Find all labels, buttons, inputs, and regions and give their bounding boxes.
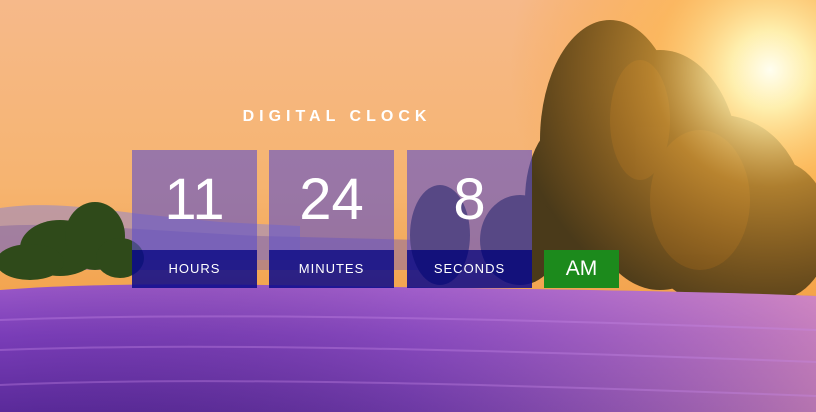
seconds-label: SECONDS [407, 250, 532, 288]
minutes-value: 24 [269, 150, 394, 250]
seconds-value: 8 [407, 150, 532, 250]
minutes-block: 24 MINUTES [269, 150, 394, 288]
hours-value: 11 [132, 150, 257, 250]
clock-title: DIGITAL CLOCK [242, 108, 432, 125]
seconds-block: 8 SECONDS [407, 150, 532, 288]
hours-label: HOURS [132, 250, 257, 288]
minutes-label: MINUTES [269, 250, 394, 288]
hours-block: 11 HOURS [132, 150, 257, 288]
am-pm-badge: AM [544, 250, 619, 288]
